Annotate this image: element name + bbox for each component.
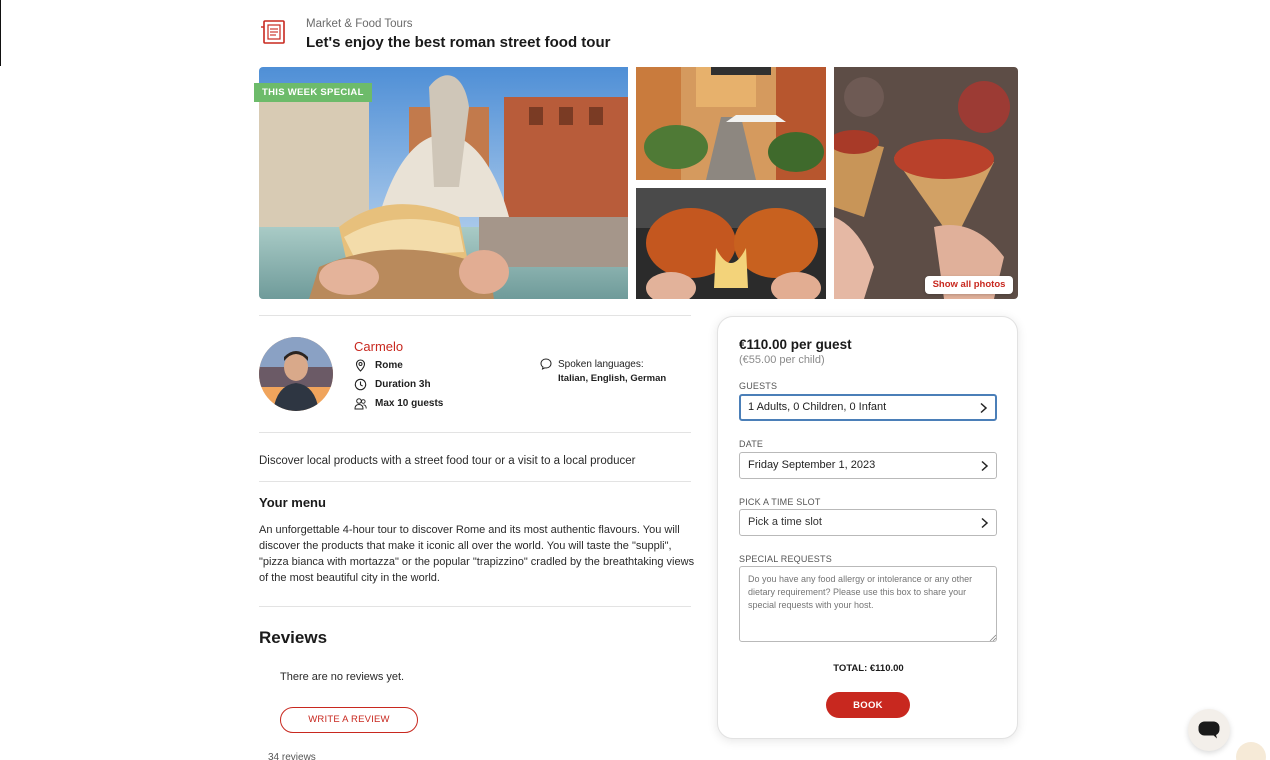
week-special-badge: THIS WEEK SPECIAL [254,83,372,102]
duration-row: Duration 3h [354,378,431,391]
guests-icon [354,398,367,410]
languages-label: Spoken languages: [558,359,644,370]
chevron-right-icon [981,517,989,528]
booking-card: €110.00 per guest (€55.00 per child) GUE… [717,316,1018,739]
section-divider [259,481,691,482]
trapizzino-photo[interactable] [834,67,1018,299]
languages-value: Italian, English, German [558,373,667,384]
tour-summary: Discover local products with a street fo… [259,455,636,467]
time-slot-selector[interactable]: Pick a time slot [739,509,997,536]
section-divider [259,315,691,316]
book-button[interactable]: BOOK [826,692,910,718]
date-selector[interactable]: Friday September 1, 2023 [739,452,997,479]
menu-description: An unforgettable 4-hour tour to discover… [259,524,695,584]
suppli-cheese-photo[interactable] [636,188,826,299]
host-name[interactable]: Carmelo [354,339,403,354]
chevron-right-icon [981,460,989,471]
tour-category[interactable]: Market & Food Tours [306,18,413,30]
section-divider [259,606,691,607]
reviews-heading: Reviews [259,628,328,647]
special-requests-textarea[interactable] [739,566,997,642]
max-guests-row: Max 10 guests [354,397,443,410]
chat-button[interactable] [1188,709,1230,751]
resize-grip-icon[interactable] [989,634,996,641]
total-price: TOTAL: €110.00 [833,663,904,674]
menu-heading: Your menu [259,495,326,510]
clock-icon [354,378,367,391]
write-review-button[interactable]: WRITE A REVIEW [280,707,418,733]
show-all-photos-button[interactable]: Show all photos [925,276,1013,294]
price-per-guest: €110.00 per guest [739,337,852,352]
page-header: Market & Food Tours Let's enjoy the best… [259,14,1019,54]
reviews-count[interactable]: 34 reviews [268,752,316,760]
speech-bubble-icon [540,358,552,370]
date-label: DATE [739,439,764,449]
special-requests-label: SPECIAL REQUESTS [739,554,832,564]
location-pin-icon [355,359,366,372]
guests-selector[interactable]: 1 Adults, 0 Children, 0 Infant [739,394,997,421]
date-value: Friday September 1, 2023 [748,459,876,471]
section-divider [259,432,691,433]
location-row: Rome [354,359,403,372]
time-slot-placeholder: Pick a time slot [748,516,822,528]
chat-icon [1198,721,1220,739]
host-avatar[interactable] [259,337,333,411]
page-title: Let's enjoy the best roman street food t… [306,34,611,51]
time-slot-label: PICK A TIME SLOT [739,497,821,507]
guests-value: 1 Adults, 0 Children, 0 Infant [748,401,887,413]
street-cafe-photo[interactable] [636,67,826,180]
location-text: Rome [375,360,403,371]
max-guests-text: Max 10 guests [375,398,444,409]
photo-gallery [259,67,1018,299]
corner-widget[interactable] [1236,742,1266,760]
window-edge-mark [0,0,2,66]
chevron-right-icon [980,402,988,413]
guests-label: GUESTS [739,381,778,391]
price-per-child: (€55.00 per child) [739,354,825,366]
duration-text: Duration 3h [375,379,431,390]
market-menu-icon [261,20,285,44]
no-reviews-text: There are no reviews yet. [280,671,405,683]
